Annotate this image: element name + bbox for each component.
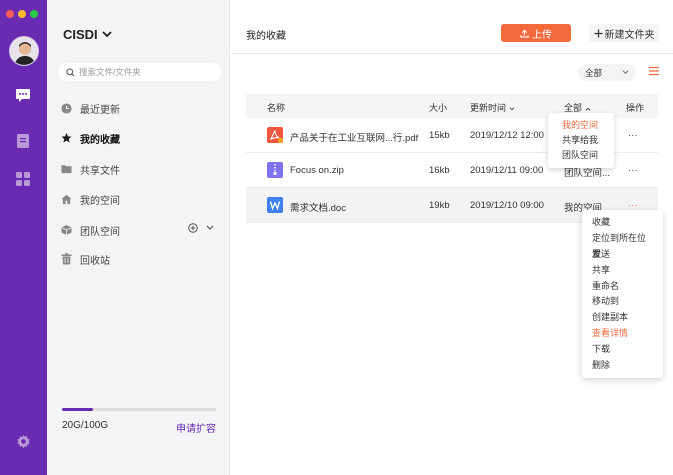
menu-item-share[interactable]: 共享	[582, 263, 663, 279]
sidebar-item-label: 回收站	[80, 255, 110, 267]
sidebar-item-favorites[interactable]: 我的收藏	[61, 130, 120, 146]
minimize-window-button[interactable]	[18, 10, 26, 18]
menu-item-team-space[interactable]: 团队空间	[548, 148, 614, 163]
menu-item-details[interactable]: 查看详情	[582, 326, 663, 342]
col-header-name[interactable]: 名称	[267, 101, 285, 114]
storage-progress	[62, 408, 216, 411]
file-name[interactable]: Focus on.zip	[290, 165, 344, 176]
search-icon	[66, 67, 75, 77]
word-file-icon	[267, 197, 283, 213]
menu-item-my-space[interactable]: 我的空间	[548, 118, 614, 133]
col-header-updated[interactable]: 更新时间	[470, 101, 515, 114]
sidebar-item-label: 我的空间	[80, 195, 120, 207]
menu-item-send[interactable]: 发送	[582, 247, 663, 263]
chevron-down-icon	[622, 70, 629, 75]
more-actions-button[interactable]: ···	[628, 165, 638, 176]
document-icon[interactable]	[14, 132, 32, 150]
app-rail	[0, 0, 47, 475]
chat-icon[interactable]	[14, 86, 32, 104]
upload-label: 上传	[532, 29, 552, 41]
space-filter-menu: 我的空间 共享给我 团队空间	[548, 113, 614, 168]
upload-button[interactable]: 上传	[501, 24, 571, 42]
sidebar-item-label: 我的收藏	[80, 134, 120, 146]
settings-icon[interactable]	[14, 432, 32, 450]
star-icon	[61, 132, 72, 144]
clock-icon	[61, 102, 72, 114]
col-header-space-label: 全部	[564, 103, 583, 113]
file-size: 19kb	[429, 200, 450, 211]
sidebar-item-team-space[interactable]: 团队空间	[61, 222, 120, 238]
plus-icon	[593, 28, 603, 38]
request-expansion-link[interactable]: 申请扩容	[176, 420, 216, 435]
upload-icon	[520, 29, 529, 38]
brand-name: CISDI	[63, 27, 98, 42]
file-name[interactable]: 产品关于在工业互联网...行.pdf	[290, 130, 418, 144]
col-header-size[interactable]: 大小	[429, 101, 447, 114]
cube-icon	[61, 224, 72, 236]
list-view-icon[interactable]	[649, 66, 659, 76]
menu-item-rename[interactable]: 重命名	[582, 279, 663, 295]
file-name[interactable]: 需求文档.doc	[290, 200, 346, 214]
folder-icon	[61, 164, 72, 175]
close-window-button[interactable]	[6, 10, 14, 18]
window-controls	[6, 10, 38, 18]
more-actions-button[interactable]: ···	[628, 130, 638, 141]
chevron-up-icon	[585, 107, 590, 111]
main-panel: 我的收藏 上传 新建文件夹 全部 名称 大小 更新时间 全部 操作 产品关于在工…	[231, 0, 673, 475]
sidebar-item-recent[interactable]: 最近更新	[61, 100, 120, 116]
menu-item-delete[interactable]: 删除	[582, 358, 663, 374]
new-folder-label: 新建文件夹	[604, 29, 655, 41]
header-divider	[231, 53, 673, 54]
menu-item-shared-with-me[interactable]: 共享给我	[548, 133, 614, 148]
col-header-updated-label: 更新时间	[470, 103, 507, 113]
trash-icon	[61, 253, 72, 265]
sidebar: CISDI 最近更新 我的收藏 共享文件 我的空间 团队空间 回收站 20G/1…	[47, 0, 230, 475]
sidebar-item-label: 团队空间	[80, 226, 120, 238]
pdf-file-icon	[267, 127, 283, 143]
search-input[interactable]	[79, 67, 209, 77]
file-updated: 2019/12/12 12:00	[470, 130, 544, 141]
sidebar-item-my-space[interactable]: 我的空间	[61, 191, 120, 207]
sidebar-item-shared[interactable]: 共享文件	[61, 161, 120, 177]
sidebar-item-label: 最近更新	[80, 104, 120, 116]
filter-selected: 全部	[585, 67, 603, 78]
file-updated: 2019/12/11 09:00	[470, 165, 544, 176]
maximize-window-button[interactable]	[30, 10, 38, 18]
page-title: 我的收藏	[246, 31, 286, 42]
search-box[interactable]	[58, 63, 221, 81]
team-space-tools	[188, 223, 214, 233]
menu-item-download[interactable]: 下载	[582, 342, 663, 358]
sidebar-item-trash[interactable]: 回收站	[61, 251, 110, 267]
add-circle-icon[interactable]	[188, 223, 198, 233]
filter-select[interactable]: 全部	[578, 64, 636, 81]
sidebar-item-label: 共享文件	[80, 165, 120, 177]
apps-icon[interactable]	[14, 170, 32, 188]
zip-file-icon	[267, 162, 283, 178]
file-actions-menu: 收藏 定位到所在位置 发送 共享 重命名 移动到 创建副本 查看详情 下载 删除	[582, 210, 663, 378]
file-size: 16kb	[429, 165, 450, 176]
home-icon	[61, 194, 72, 205]
chevron-down-icon[interactable]	[206, 225, 214, 231]
col-header-ops: 操作	[626, 103, 645, 113]
chevron-down-icon	[102, 31, 112, 38]
new-folder-button[interactable]: 新建文件夹	[589, 24, 659, 42]
file-size: 15kb	[429, 130, 450, 141]
workspace-switcher[interactable]: CISDI	[63, 27, 112, 42]
menu-item-favorite[interactable]: 收藏	[582, 215, 663, 231]
menu-item-locate[interactable]: 定位到所在位置	[582, 231, 663, 259]
menu-item-move[interactable]: 移动到	[582, 294, 663, 310]
storage-progress-fill	[62, 408, 93, 411]
avatar[interactable]	[9, 36, 39, 66]
storage-usage: 20G/100G	[62, 420, 109, 431]
file-updated: 2019/12/10 09:00	[470, 200, 544, 211]
chevron-down-icon	[509, 107, 514, 111]
menu-item-duplicate[interactable]: 创建副本	[582, 310, 663, 326]
